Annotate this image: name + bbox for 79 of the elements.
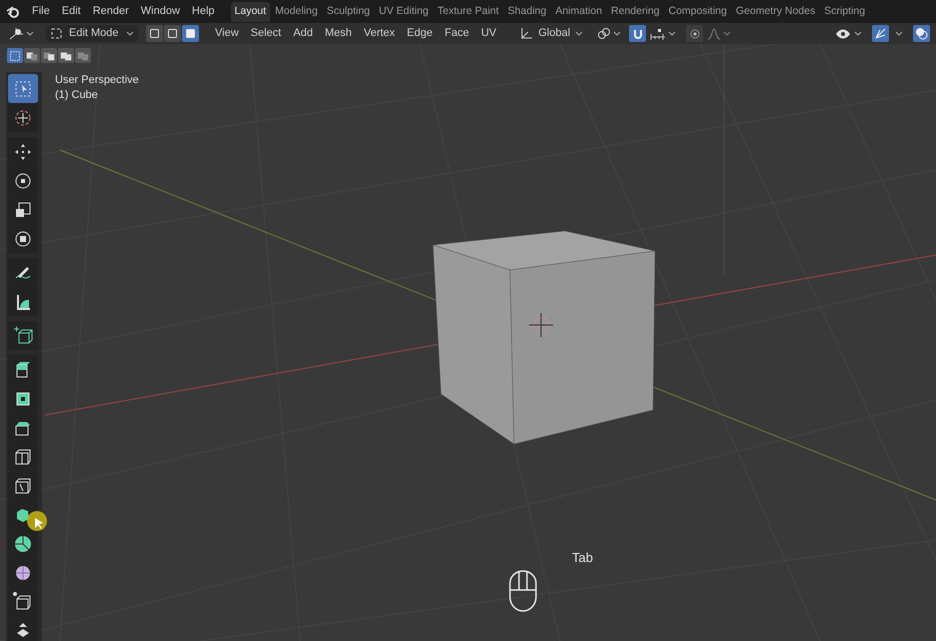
visibility-dropdown[interactable]: [835, 28, 862, 40]
overlays-toggle[interactable]: [913, 25, 930, 42]
caret-icon: [26, 30, 34, 36]
mesh-select-icon: [167, 28, 178, 39]
tool-button[interactable]: [8, 224, 38, 253]
falloff-curve-icon: [707, 28, 722, 40]
axes-icon: [8, 26, 24, 40]
magnet-icon: [632, 28, 644, 40]
gizmo-toggle[interactable]: [872, 25, 889, 42]
workspace-tab[interactable]: Animation: [551, 2, 606, 22]
pivot-dropdown[interactable]: [597, 26, 622, 40]
snap-increment-icon: [650, 28, 666, 40]
tool-button[interactable]: [8, 137, 38, 166]
link-icon: [597, 26, 612, 40]
header-menu[interactable]: Select: [250, 25, 282, 42]
eye-icon: [835, 28, 851, 40]
workspace-tab[interactable]: Modeling: [271, 2, 322, 22]
overlays-icon: [915, 27, 928, 40]
header-menu[interactable]: Face: [444, 25, 470, 42]
key-hint-label: Tab: [572, 549, 593, 567]
selection-mode-button[interactable]: [24, 48, 40, 63]
mesh-select-icon: [185, 28, 196, 39]
proportional-editing-toggle[interactable]: [686, 25, 704, 42]
falloff-dropdown[interactable]: [707, 28, 732, 40]
mesh-select-icon: [149, 28, 160, 39]
menu-item[interactable]: Edit: [62, 3, 81, 20]
tool-icon: [12, 324, 34, 346]
workspace-tab[interactable]: Sculpting: [322, 2, 374, 22]
header-menu[interactable]: Mesh: [324, 25, 352, 42]
selection-mode-icon: [8, 48, 22, 62]
workspace-tab[interactable]: Texture Paint: [434, 2, 503, 22]
tool-button[interactable]: [8, 258, 38, 287]
menu-item[interactable]: File: [32, 3, 50, 20]
select-mode-button[interactable]: [182, 25, 199, 42]
workspace-tab[interactable]: Rendering: [607, 2, 664, 22]
header-menu[interactable]: View: [215, 25, 239, 42]
workspace-tab[interactable]: Shading: [504, 2, 550, 22]
selection-mode-button[interactable]: [7, 48, 23, 63]
header-menu[interactable]: Edge: [406, 25, 433, 42]
header-menu[interactable]: Add: [293, 25, 313, 42]
workspace-tab[interactable]: UV Editing: [374, 2, 432, 22]
tool-button[interactable]: [8, 103, 38, 132]
edit-mode-icon: [50, 27, 63, 40]
select-mode-button[interactable]: [146, 25, 163, 42]
workspace-tab[interactable]: Layout: [230, 2, 270, 22]
workspace-tab[interactable]: Scripting: [820, 2, 870, 22]
snap-target-dropdown[interactable]: [650, 28, 676, 40]
menu-item[interactable]: Help: [192, 3, 215, 20]
orientation-dropdown[interactable]: Global: [518, 25, 586, 42]
tool-button[interactable]: [8, 616, 38, 641]
tool-button[interactable]: [8, 287, 38, 316]
caret-icon: [575, 30, 584, 36]
snap-toggle[interactable]: [629, 25, 646, 42]
caret-icon: [723, 30, 732, 36]
tool-button[interactable]: [8, 321, 38, 350]
app-logo-icon[interactable]: [6, 4, 20, 18]
cursor-highlight-icon: [26, 510, 48, 532]
caret-icon: [854, 30, 862, 36]
selection-mode-button[interactable]: [58, 48, 74, 63]
caret-icon: [895, 30, 903, 36]
header-menu[interactable]: UV: [481, 25, 496, 42]
caret-icon: [613, 30, 622, 36]
workspace-tab[interactable]: Geometry Nodes: [732, 2, 820, 22]
select-mode-button[interactable]: [164, 25, 181, 42]
view-name-label: User Perspective: [55, 73, 139, 88]
selection-mode-button[interactable]: [41, 48, 57, 63]
object-name-label: (1) Cube: [55, 88, 99, 103]
workspace-tab[interactable]: Compositing: [664, 2, 731, 22]
circle-dot-icon: [688, 28, 701, 40]
gizmo-icon: [874, 27, 887, 40]
caret-icon: [668, 30, 676, 36]
orientation-icon: [520, 27, 534, 40]
menu-item[interactable]: Render: [92, 3, 129, 20]
caret-icon: [126, 30, 134, 36]
header-menu[interactable]: Vertex: [364, 25, 395, 42]
mode-dropdown[interactable]: Edit Mode: [46, 25, 138, 42]
gizmo-dropdown[interactable]: [893, 30, 905, 36]
menu-item[interactable]: Window: [140, 3, 180, 20]
tool-button[interactable]: [8, 355, 38, 384]
